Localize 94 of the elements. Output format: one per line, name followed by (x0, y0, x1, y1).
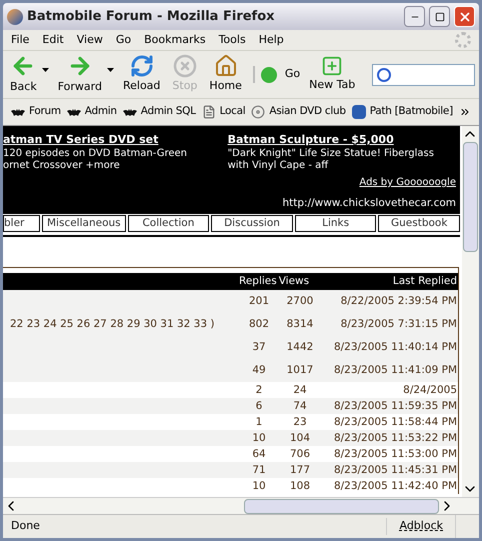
reload-icon (130, 54, 154, 78)
replies-cell-text: 802 (248, 318, 270, 331)
page-icon (202, 105, 216, 119)
ads-by-link[interactable]: Ads by Goooooogle (359, 177, 456, 189)
home-icon (214, 54, 238, 78)
app-icon (352, 105, 366, 119)
menu-item[interactable]: File (11, 32, 30, 48)
menu-item[interactable]: Tools (218, 32, 246, 48)
column-header: Replies (238, 274, 278, 289)
replies-cell-text: 2 (254, 384, 264, 396)
menu-item[interactable]: Go (116, 32, 132, 48)
new-tab-icon (321, 55, 344, 78)
stop-icon (172, 54, 197, 78)
toolbar-button[interactable]: Forward (54, 53, 105, 96)
scroll-thumb[interactable] (244, 498, 439, 514)
dropdown-caret-icon[interactable] (42, 68, 49, 72)
maximize-button[interactable] (429, 6, 450, 27)
bat-icon (11, 108, 25, 116)
views-cell-text: 74 (292, 400, 308, 412)
bat-icon (66, 108, 81, 116)
replies-cell-text: 1 (254, 416, 264, 428)
horizontal-scrollbar[interactable] (3, 497, 479, 514)
views-cell-text: 706 (288, 448, 312, 460)
status-text: Done (10, 518, 41, 534)
ad-title-link[interactable]: atman TV Series DVD set (3, 133, 214, 147)
nav-tab[interactable]: bler (3, 215, 40, 232)
views-cell-text: 2700 (286, 295, 314, 308)
nav-tab[interactable]: Miscellaneous (42, 215, 126, 232)
last-replied-cell-text: 8/23/2005 7:31:15 PM (340, 318, 458, 331)
ad-title-link[interactable]: Batman Sculpture - $5,000 (228, 133, 456, 147)
vertical-scrollbar[interactable] (462, 126, 479, 497)
bookmark-link[interactable]: Forum (29, 104, 61, 120)
close-icon (458, 10, 472, 24)
last-replied-cell-text: 8/23/2005 11:53:00 PM (332, 448, 458, 460)
replies-cell-text: 10 (251, 480, 267, 492)
views-cell-text: 108 (288, 480, 312, 492)
last-replied-cell-text: 8/23/2005 11:59:35 PM (332, 400, 458, 412)
last-replied-cell-text: 8/23/2005 11:41:09 PM (332, 364, 458, 377)
views-cell-text: 24 (292, 384, 308, 396)
bat-icon (122, 108, 137, 116)
scroll-thumb[interactable] (463, 142, 478, 252)
bookmark-link[interactable]: Local (220, 104, 246, 120)
menu-item[interactable]: Edit (42, 32, 64, 48)
views-cell-text: 177 (288, 464, 312, 476)
views-cell-text: 1442 (286, 341, 314, 354)
nav-tab[interactable]: Links (294, 215, 376, 232)
go-button[interactable]: Go (252, 66, 300, 83)
toolbar-button[interactable]: Back (7, 53, 40, 96)
last-replied-cell-text: 8/24/2005 (402, 384, 458, 396)
toolbar-button[interactable]: New Tab (306, 55, 358, 94)
last-replied-cell-text: 8/23/2005 11:40:14 PM (332, 341, 458, 354)
site-url: http://www.chickslovethecar.com (282, 197, 456, 209)
toolbar-button[interactable]: Reload (120, 54, 164, 95)
menu-item[interactable]: Help (258, 32, 284, 48)
bookmark-link[interactable]: Admin (84, 104, 117, 120)
replies-cell-text: 64 (251, 448, 267, 460)
nav-tab[interactable]: Discussion (211, 215, 293, 232)
replies-cell-text: 49 (251, 364, 267, 377)
close-button[interactable] (454, 6, 475, 27)
column-header: Views (278, 274, 310, 289)
replies-cell-text: 6 (254, 400, 264, 412)
bookmark-link[interactable]: Asian DVD club (269, 104, 346, 120)
disc-icon (251, 105, 266, 119)
ad-text: "Dark Knight" Life Size Statue! Fiberglass with Vinyl Cape - aff (228, 148, 435, 172)
maximize-icon (434, 12, 444, 22)
page-numbers[interactable]: 22 23 24 25 26 27 28 29 30 31 32 33 ) (10, 318, 214, 330)
search-field[interactable] (372, 64, 475, 86)
window-title: Batmobile Forum - Mozilla Firefox (27, 8, 276, 26)
toolbar-button[interactable]: Home (206, 54, 245, 95)
views-cell-text: 23 (292, 416, 308, 428)
nav-tab[interactable]: Collection (128, 215, 210, 232)
views-cell-text: 1017 (286, 364, 314, 377)
views-cell-text: 104 (288, 432, 312, 444)
replies-cell-text: 71 (251, 464, 267, 476)
replies-cell-text: 37 (251, 341, 267, 354)
views-cell-text: 8314 (286, 318, 314, 331)
menu-item[interactable]: View (76, 32, 103, 48)
nav-tab[interactable]: Guestbook (378, 215, 460, 232)
bookmark-link[interactable]: Admin SQL (140, 104, 196, 120)
column-header: Last Replied (392, 274, 458, 289)
replies-cell-text: 201 (248, 295, 270, 308)
adblock-label[interactable]: Adblock (386, 518, 455, 535)
dropdown-caret-icon[interactable] (106, 68, 114, 72)
ad-text: 120 episodes on DVD Batman-Green ornet Crossover +more (3, 148, 188, 172)
replies-cell-text: 10 (251, 432, 267, 444)
throbber-icon (455, 32, 471, 48)
more-bookmarks-icon[interactable] (458, 106, 471, 118)
last-replied-cell-text: 8/22/2005 2:39:54 PM (340, 295, 458, 308)
last-replied-cell-text: 8/23/2005 11:45:31 PM (332, 464, 458, 476)
last-replied-cell-text: 8/23/2005 11:42:40 PM (332, 480, 458, 492)
last-replied-cell-text: 8/23/2005 11:53:22 PM (332, 432, 458, 444)
bookmark-link[interactable]: Path [Batmobile] (370, 104, 453, 120)
menu-item[interactable]: Bookmarks (144, 32, 206, 48)
last-replied-cell-text: 8/23/2005 11:58:44 PM (332, 416, 458, 428)
